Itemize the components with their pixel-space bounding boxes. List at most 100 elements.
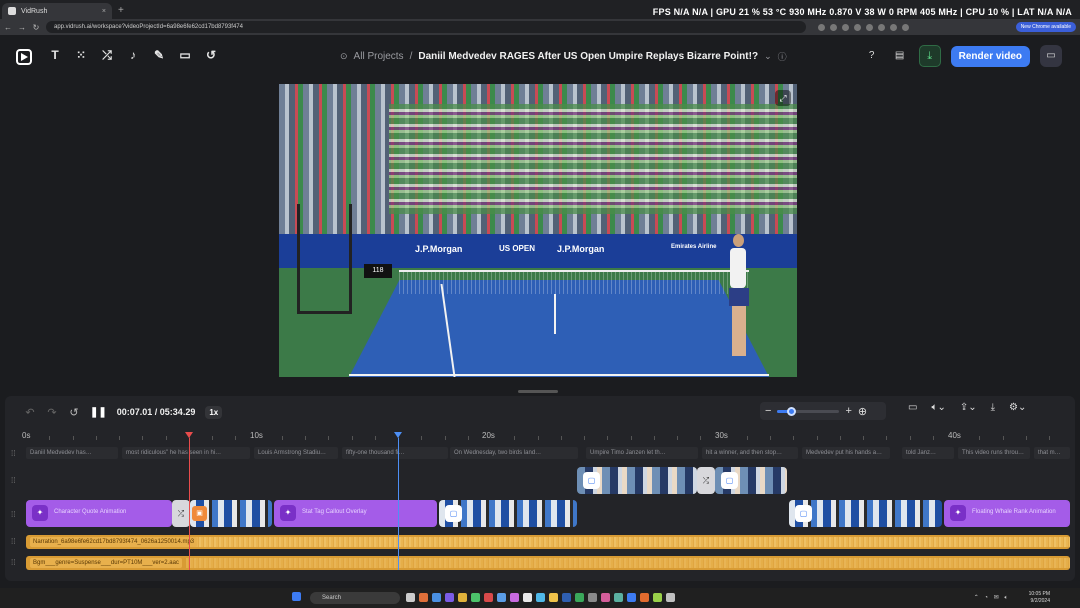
caption-segment[interactable]: Umpire Timo Janzen let th… (586, 447, 698, 459)
fullscreen-icon[interactable]: ⤢ (775, 90, 791, 106)
app-icon[interactable] (575, 593, 584, 602)
track-drag-handle[interactable]: ⁞⁞ (11, 510, 19, 519)
app-icon[interactable] (419, 593, 428, 602)
track-drag-handle[interactable]: ⁞⁞ (11, 558, 19, 567)
history-tool-icon[interactable]: ↺ (204, 48, 218, 62)
app-icon[interactable] (432, 593, 441, 602)
start-icon[interactable] (292, 592, 301, 601)
track-drag-handle[interactable]: ⁞⁞ (11, 449, 19, 458)
help-icon[interactable]: ? (863, 47, 881, 65)
video-clip[interactable]: ▣ (190, 500, 272, 527)
vidrush-logo-icon[interactable] (16, 49, 32, 65)
animation-clip[interactable]: ✦ Character Quote Animation (26, 500, 172, 527)
extension-icon[interactable] (878, 23, 885, 31)
narration-audio-track[interactable]: Narration_6a98e6fe62cd17bd8793f474_0626a… (26, 535, 1070, 549)
extension-icon[interactable] (830, 23, 837, 31)
zoom-out-icon[interactable]: − (765, 405, 771, 417)
extension-icon[interactable] (902, 23, 909, 31)
folder-tool-icon[interactable]: ▭ (178, 48, 192, 62)
video-clip[interactable]: ▢ (715, 467, 787, 494)
transition-icon[interactable]: ⤮ (697, 467, 715, 494)
caption-segment[interactable]: told Janz… (902, 447, 954, 459)
app-icon[interactable] (536, 593, 545, 602)
transitions-tool-icon[interactable]: ⤮ (100, 48, 114, 62)
timeline-ruler[interactable]: 0s 10s 20s 30s 40s (22, 430, 1070, 442)
extension-icon[interactable] (854, 23, 861, 31)
zoom-slider-handle[interactable] (787, 406, 797, 416)
project-title[interactable]: Daniil Medvedev RAGES After US Open Umpi… (418, 51, 758, 62)
browser-tab[interactable]: VidRush × (2, 3, 112, 19)
track-drag-handle[interactable]: ⁞⁞ (11, 537, 19, 546)
zoom-fit-icon[interactable]: ⊕ (858, 405, 867, 418)
pause-button[interactable]: ❚❚ (90, 407, 107, 418)
app-icon[interactable] (445, 593, 454, 602)
render-video-button[interactable]: Render video (950, 45, 1030, 67)
zoom-slider[interactable] (777, 406, 840, 416)
forward-icon[interactable]: → (18, 23, 26, 32)
app-icon[interactable] (484, 593, 493, 602)
volume-icon[interactable]: 🔈︎⌄ (931, 402, 945, 413)
reload-icon[interactable]: ↻ (32, 23, 40, 32)
app-icon[interactable] (627, 593, 636, 602)
undo-icon[interactable]: ↶ (24, 406, 36, 419)
download-icon[interactable]: ⤓ (991, 402, 995, 413)
back-icon[interactable]: ← (4, 23, 12, 32)
app-icon[interactable] (666, 593, 675, 602)
elements-tool-icon[interactable]: ⁙ (74, 48, 88, 62)
panel-resize-handle[interactable] (518, 390, 558, 393)
app-icon[interactable] (614, 593, 623, 602)
app-icon[interactable] (601, 593, 610, 602)
caption-segment[interactable]: that m… (1034, 447, 1070, 459)
caption-segment[interactable]: Medvedev put his hands a… (802, 447, 890, 459)
chrome-icon[interactable] (549, 593, 558, 602)
transition-icon[interactable]: ⤮ (172, 500, 190, 527)
video-clip[interactable]: ▢ (789, 500, 942, 527)
taskbar-clock[interactable]: 10:05 PM 9/2/2024 (1029, 591, 1050, 605)
animation-clip[interactable]: ✦ Stat Tag Callout Overlay (274, 500, 437, 527)
caption-segment[interactable]: On Wednesday, two birds land… (450, 447, 578, 459)
caption-segment[interactable]: Daniil Medvedev has… (26, 447, 118, 459)
share-icon[interactable]: ⇪⌄ (960, 402, 977, 413)
app-icon[interactable] (510, 593, 519, 602)
extension-icon[interactable] (818, 23, 825, 31)
effects-tool-icon[interactable]: ✎ (152, 48, 166, 62)
chevron-down-icon[interactable]: ⌄ (764, 51, 772, 62)
new-chrome-available-button[interactable]: New Chrome available (1015, 22, 1076, 32)
captions-icon[interactable]: ▭ (908, 402, 917, 413)
all-projects-link[interactable]: All Projects (354, 51, 404, 62)
app-icon[interactable] (562, 593, 571, 602)
chat-icon[interactable]: ▭ (1040, 45, 1062, 67)
extension-icon[interactable] (866, 23, 873, 31)
file-explorer-icon[interactable] (458, 593, 467, 602)
caption-segment[interactable]: Louis Armstrong Stadiu… (254, 447, 338, 459)
info-icon[interactable]: ⓘ (778, 50, 787, 63)
app-icon[interactable] (640, 593, 649, 602)
export-download-icon[interactable]: ⤓ (918, 45, 941, 67)
caption-segment[interactable]: fifty-one thousand fi… (342, 447, 448, 459)
app-icon[interactable] (653, 593, 662, 602)
track-drag-handle[interactable]: ⁞⁞ (11, 476, 19, 485)
redo-icon[interactable]: ↷ (46, 406, 58, 419)
video-clip[interactable]: ▢ (577, 467, 697, 494)
app-icon[interactable] (497, 593, 506, 602)
audio-tool-icon[interactable]: ♪ (126, 48, 140, 62)
caption-segment[interactable]: This video runs throu… (958, 447, 1030, 459)
extension-icon[interactable] (842, 23, 849, 31)
app-icon[interactable] (471, 593, 480, 602)
tab-close-icon[interactable]: × (102, 8, 106, 15)
video-preview[interactable]: J.P.Morgan US OPEN J.P.Morgan Emirates A… (279, 84, 797, 377)
text-tool-icon[interactable]: T (48, 48, 62, 62)
caption-segment[interactable]: hit a winner, and then stop… (702, 447, 798, 459)
system-tray-icons[interactable]: ⌃ ◔ ✉ 🔈︎ (974, 594, 1010, 602)
video-clip[interactable]: ▢ (439, 500, 577, 527)
caption-segment[interactable]: most ridiculous" he has seen in hi… (122, 447, 250, 459)
app-icon[interactable] (588, 593, 597, 602)
music-audio-track[interactable]: Bgm___genre=Suspense___dur=PT10M___ver=2… (26, 556, 1070, 570)
url-field[interactable]: app.vidrush.ai/workspace?videoProjectId=… (46, 21, 806, 33)
settings-icon[interactable]: ⚙⌄ (1009, 402, 1026, 413)
restart-icon[interactable]: ↺ (68, 406, 80, 419)
extension-icon[interactable] (890, 23, 897, 31)
zoom-in-icon[interactable]: + (845, 405, 851, 417)
playback-speed-button[interactable]: 1x (205, 405, 223, 419)
save-icon[interactable]: ▤ (891, 47, 909, 65)
